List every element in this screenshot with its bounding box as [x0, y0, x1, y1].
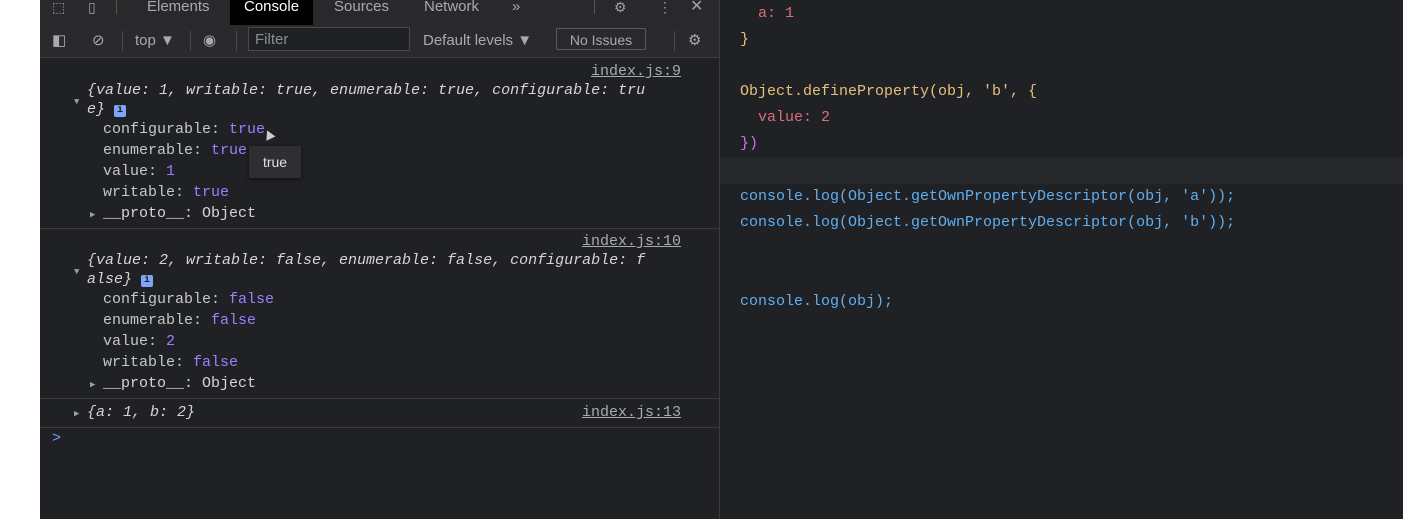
- tab-divider: [594, 0, 595, 14]
- more-options-icon[interactable]: ⋮: [658, 0, 672, 14]
- summary-wrap-text: e}: [87, 101, 106, 118]
- property-value: 2: [166, 333, 176, 350]
- code-text: console.log(Object.getOwnPropertyDescrip…: [740, 188, 1236, 205]
- code-line: a: 1: [740, 5, 794, 22]
- property-row: value: 1: [103, 163, 176, 180]
- code-line: value: 2: [740, 109, 830, 126]
- property-value: false: [229, 291, 275, 308]
- live-expression-eye-icon[interactable]: ◉: [203, 31, 216, 51]
- expand-triangle-icon[interactable]: ▶: [90, 380, 95, 390]
- code-text: Object.defineProperty(obj, 'b', {: [740, 83, 1038, 100]
- expand-triangle-icon[interactable]: ▼: [74, 97, 79, 107]
- console-message: index.js:10 ▼ {value: 2, writable: false…: [40, 228, 719, 399]
- tab-console[interactable]: Console: [230, 0, 314, 25]
- expand-triangle-icon[interactable]: ▶: [90, 210, 95, 220]
- property-row: enumerable: true: [103, 142, 248, 159]
- code-line: Object.defineProperty(obj, 'b', {: [740, 83, 1037, 100]
- settings-gear-icon[interactable]: ⚙: [614, 0, 627, 14]
- property-key: enumerable: [103, 142, 194, 159]
- clear-console-icon[interactable]: ⊘: [92, 31, 105, 51]
- console-toolbar: ◧ ⊘ top ▼ ◉ Filter Default levels ▼ No I…: [40, 25, 719, 58]
- devtools-panel: ⬚ ▯ Elements Console Sources Network » ⚙…: [40, 0, 720, 519]
- object-summary[interactable]: {value: 2, writable: false, enumerable: …: [87, 252, 645, 269]
- property-row: value: 2: [103, 333, 176, 350]
- object-summary[interactable]: {value: 1, writable: true, enumerable: t…: [87, 82, 645, 99]
- property-row: writable: false: [103, 354, 239, 371]
- more-tabs-button[interactable]: »: [512, 0, 520, 25]
- property-key: configurable: [103, 291, 212, 308]
- code-text: console.log(obj);: [740, 293, 894, 310]
- source-link[interactable]: index.js:9: [591, 63, 681, 80]
- log-levels-dropdown[interactable]: Default levels ▼: [423, 31, 532, 51]
- toolbar-divider: [122, 31, 123, 51]
- property-row: configurable: false: [103, 291, 275, 308]
- device-toolbar-icon[interactable]: ▯: [88, 0, 96, 14]
- console-settings-gear-icon[interactable]: ⚙: [688, 31, 701, 51]
- code-line: console.log(Object.getOwnPropertyDescrip…: [740, 188, 1235, 205]
- proto-row[interactable]: __proto__: Object: [103, 375, 256, 392]
- code-editor[interactable]: a: 1 } Object.defineProperty(obj, 'b', {…: [720, 0, 1403, 519]
- property-key: writable: [103, 354, 176, 371]
- proto-label: __proto__: Object: [103, 375, 257, 392]
- property-key: configurable: [103, 121, 212, 138]
- property-value: 1: [166, 163, 176, 180]
- property-value: false: [211, 312, 257, 329]
- toolbar-divider: [190, 31, 191, 51]
- console-prompt[interactable]: >: [52, 430, 61, 447]
- property-key: writable: [103, 184, 176, 201]
- source-link[interactable]: index.js:13: [582, 404, 681, 421]
- issues-button[interactable]: No Issues: [556, 28, 646, 50]
- code-line: console.log(Object.getOwnPropertyDescrip…: [740, 214, 1235, 231]
- property-key: value: [103, 333, 149, 350]
- code-text: a: 1: [740, 5, 795, 22]
- devtools-tabbar: ⬚ ▯ Elements Console Sources Network » ⚙…: [40, 0, 719, 25]
- object-summary-wrap: alse} i: [87, 271, 154, 288]
- info-icon[interactable]: i: [141, 275, 154, 287]
- left-margin: [0, 0, 40, 519]
- property-value: true: [193, 184, 230, 201]
- tab-divider: [116, 0, 117, 14]
- property-row: configurable: true: [103, 121, 266, 138]
- info-icon[interactable]: i: [114, 105, 127, 117]
- property-value: false: [193, 354, 239, 371]
- code-line: }: [740, 31, 749, 48]
- code-text: }): [740, 135, 759, 152]
- tab-sources[interactable]: Sources: [334, 0, 389, 25]
- sidebar-toggle-icon[interactable]: ◧: [52, 31, 66, 51]
- code-line: }): [740, 135, 758, 152]
- property-value: true: [229, 121, 266, 138]
- console-output: index.js:9 ▼ {value: 1, writable: true, …: [40, 58, 719, 519]
- source-link[interactable]: index.js:10: [582, 233, 681, 250]
- console-message: index.js:9 ▼ {value: 1, writable: true, …: [40, 58, 719, 229]
- context-selector[interactable]: top ▼: [135, 31, 175, 51]
- toolbar-divider: [236, 31, 237, 51]
- hover-tooltip: true: [249, 146, 301, 178]
- tab-elements[interactable]: Elements: [147, 0, 210, 25]
- console-message: index.js:13 ▶ {a: 1, b: 2}: [40, 398, 719, 428]
- proto-row[interactable]: __proto__: Object: [103, 205, 256, 222]
- proto-label: __proto__: Object: [103, 205, 257, 222]
- code-text: }: [740, 31, 750, 48]
- current-line-highlight: [720, 158, 1403, 184]
- toolbar-divider: [674, 31, 675, 51]
- code-line: console.log(obj);: [740, 293, 893, 310]
- filter-input[interactable]: Filter: [248, 27, 410, 51]
- expand-triangle-icon[interactable]: ▶: [74, 409, 79, 419]
- summary-wrap-text: alse}: [87, 271, 133, 288]
- property-row: writable: true: [103, 184, 230, 201]
- code-text: console.log(Object.getOwnPropertyDescrip…: [740, 214, 1236, 231]
- property-row: enumerable: false: [103, 312, 257, 329]
- expand-triangle-icon[interactable]: ▼: [74, 267, 79, 277]
- property-key: value: [103, 163, 149, 180]
- code-text: value: 2: [740, 109, 831, 126]
- inspect-element-icon[interactable]: ⬚: [52, 0, 65, 14]
- property-value: true: [211, 142, 248, 159]
- object-summary-wrap: e} i: [87, 101, 127, 118]
- close-icon[interactable]: ✕: [690, 0, 703, 15]
- property-key: enumerable: [103, 312, 194, 329]
- tab-network[interactable]: Network: [424, 0, 479, 25]
- object-summary[interactable]: {a: 1, b: 2}: [87, 404, 195, 421]
